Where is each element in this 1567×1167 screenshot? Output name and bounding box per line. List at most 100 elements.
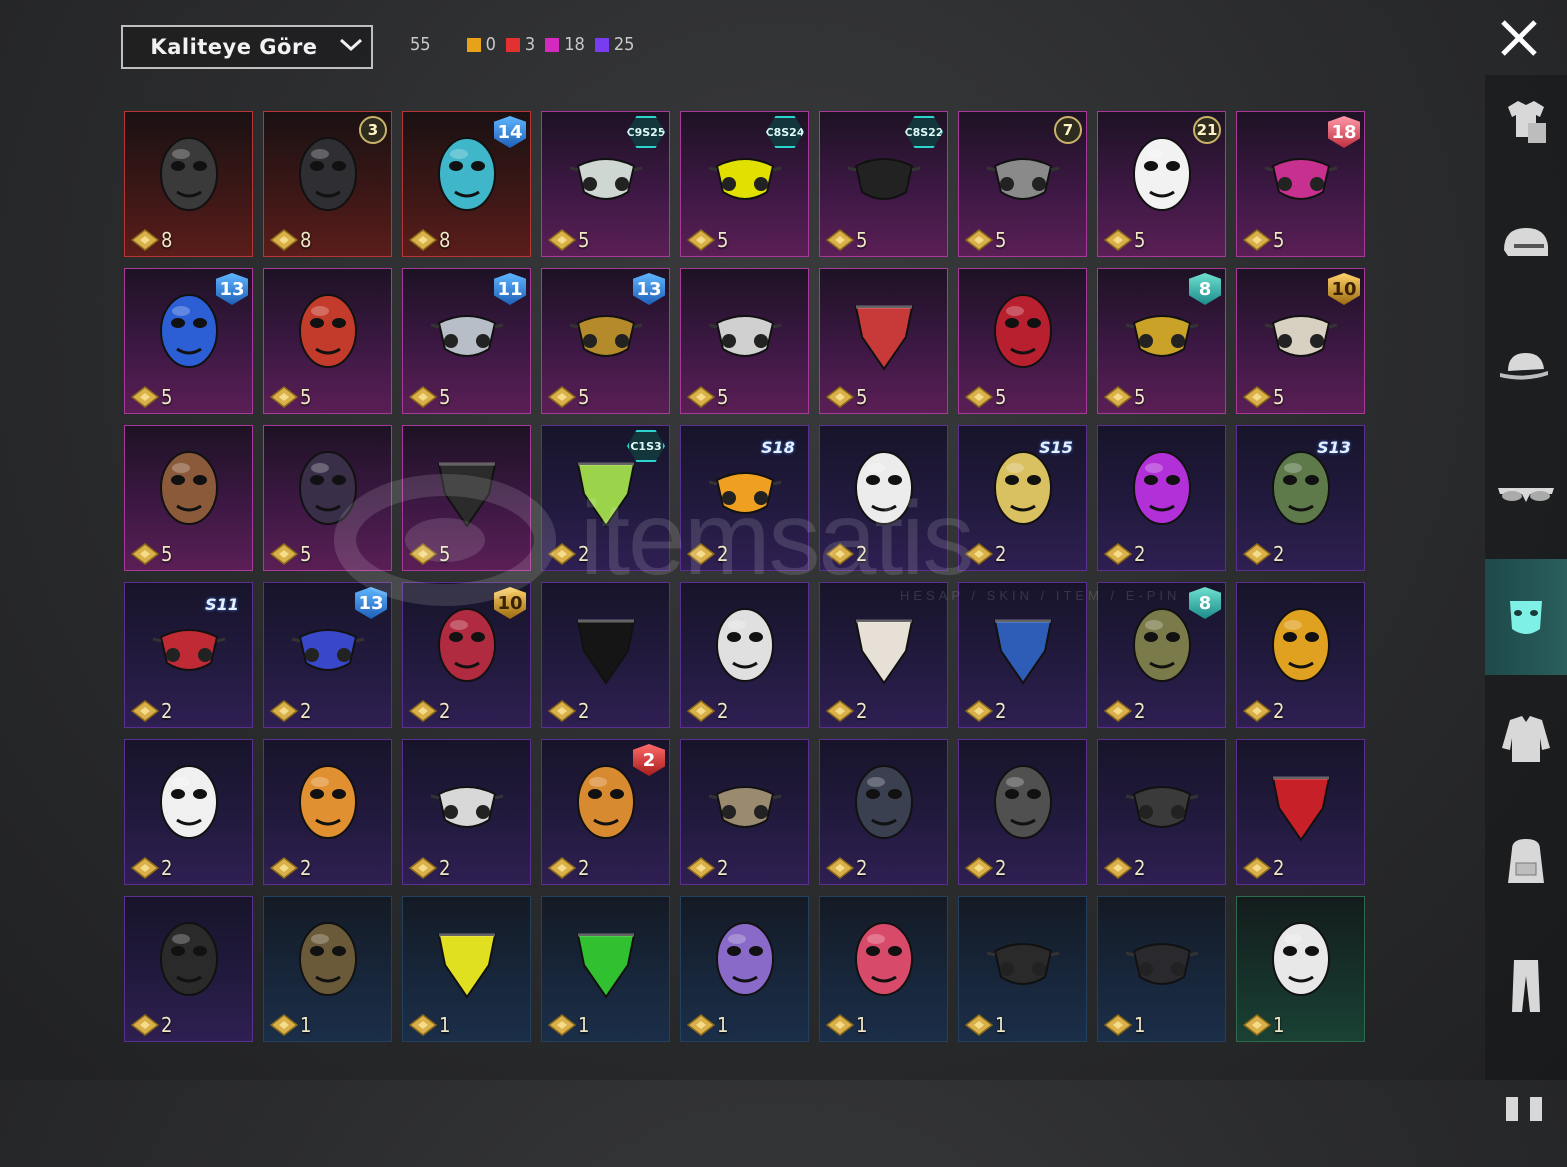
inventory-item[interactable]: 22 (541, 739, 670, 885)
inventory-item[interactable]: 18 5 (1236, 111, 1365, 257)
item-quantity: 2 (1273, 856, 1285, 880)
inventory-item[interactable]: 82 (1097, 582, 1226, 728)
item-quantity: 2 (161, 1013, 173, 1037)
inventory-item[interactable]: 2 (819, 582, 948, 728)
sidebar-item-jacket[interactable] (1485, 682, 1567, 798)
inventory-item[interactable]: 2 (1236, 739, 1365, 885)
inventory-item[interactable]: S15 2 (958, 425, 1087, 571)
inventory-item[interactable]: 2 (1097, 739, 1226, 885)
currency-icon (1243, 543, 1271, 565)
item-quantity: 5 (856, 385, 868, 409)
inventory-item[interactable]: 21 5 (1097, 111, 1226, 257)
inventory-item[interactable]: 11 5 (402, 268, 531, 414)
item-quantity: 8 (161, 228, 173, 252)
inventory-item[interactable]: 2 (958, 582, 1087, 728)
item-quantity: 2 (995, 856, 1007, 880)
inventory-item[interactable]: 5 (819, 268, 948, 414)
inventory-item[interactable]: 5 (124, 425, 253, 571)
inventory-item[interactable]: 38 (263, 111, 392, 257)
inventory-item[interactable]: 2 (263, 739, 392, 885)
plague-beak-mask-icon (160, 451, 218, 525)
item-quantity: 1 (856, 1013, 868, 1037)
item-quantity: 2 (161, 699, 173, 723)
currency-icon (687, 229, 715, 251)
item-quantity: 1 (1134, 1013, 1146, 1037)
sort-dropdown-label: Kaliteye Göre (150, 35, 318, 59)
inventory-item[interactable]: C8S24 5 (680, 111, 809, 257)
red-skull-mask-icon (994, 294, 1052, 368)
rarity-count-red: 3 (524, 34, 536, 55)
currency-icon (270, 1014, 298, 1036)
sidebar-item-mask[interactable] (1485, 559, 1567, 675)
rusty-gas-mask-icon (708, 786, 782, 828)
sidebar-item-cap[interactable] (1485, 313, 1567, 429)
inventory-item[interactable]: 5 (263, 268, 392, 414)
inventory-item[interactable]: 1 (958, 896, 1087, 1042)
currency-icon (1243, 229, 1271, 251)
inventory-item[interactable]: 2 (124, 739, 253, 885)
inventory-item[interactable]: 1 (1236, 896, 1365, 1042)
inventory-item[interactable]: S18 2 (680, 425, 809, 571)
inventory-item[interactable]: 2 (1236, 582, 1365, 728)
inventory-item[interactable]: 2 (819, 739, 948, 885)
inventory-item[interactable]: C9S25 5 (541, 111, 670, 257)
rarity-swatch-purple (594, 37, 609, 52)
metal-jaw-mask-icon (994, 765, 1052, 839)
inventory-item[interactable]: 14 8 (402, 111, 531, 257)
currency-icon (409, 1014, 437, 1036)
inventory-item[interactable]: C8S22 5 (819, 111, 948, 257)
inventory-item[interactable]: 5 (680, 268, 809, 414)
iron-muzzle-mask-icon (1125, 786, 1199, 828)
close-icon[interactable] (1495, 14, 1543, 62)
inventory-item[interactable]: 1 (263, 896, 392, 1042)
sort-dropdown[interactable]: Kaliteye Göre (121, 25, 373, 69)
item-quantity: 2 (1273, 699, 1285, 723)
inventory-item[interactable]: 2 (680, 582, 809, 728)
inventory-item[interactable]: 8 (124, 111, 253, 257)
inventory-item[interactable]: 2 (402, 739, 531, 885)
inventory-item[interactable]: 2 (1097, 425, 1226, 571)
inventory-item[interactable]: 1 (402, 896, 531, 1042)
inventory-grid: 8 38 14 8 C9S25 5 C8S24 5 C8S22 5 75 21 … (124, 111, 1365, 1042)
inventory-item[interactable]: S11 2 (124, 582, 253, 728)
inventory-item[interactable]: 2 (541, 582, 670, 728)
sidebar-item-shoes[interactable] (1485, 1051, 1567, 1167)
sidebar-item-pants[interactable] (1485, 928, 1567, 1044)
sidebar-item-backpack[interactable] (1485, 805, 1567, 921)
item-quantity: 2 (578, 856, 590, 880)
inventory-item[interactable]: 2 (819, 425, 948, 571)
sidebar-item-outfit[interactable] (1485, 67, 1567, 183)
inventory-item[interactable]: 75 (958, 111, 1087, 257)
inventory-item[interactable]: 13 5 (124, 268, 253, 414)
item-quantity: 5 (1273, 228, 1285, 252)
inventory-item[interactable]: 10 5 (1236, 268, 1365, 414)
currency-icon (965, 543, 993, 565)
item-quantity: 2 (856, 699, 868, 723)
item-quantity: 2 (995, 542, 1007, 566)
inventory-item[interactable]: 13 5 (541, 268, 670, 414)
inventory-item[interactable]: S13 2 (1236, 425, 1365, 571)
inventory-item[interactable]: C1S3 2 (541, 425, 670, 571)
inventory-item[interactable]: 2 (124, 896, 253, 1042)
black-balaclava-icon (576, 619, 636, 685)
sidebar-item-helmet[interactable] (1485, 190, 1567, 306)
inventory-item[interactable]: 13 2 (263, 582, 392, 728)
inventory-item[interactable]: 2 (680, 739, 809, 885)
inventory-item[interactable]: 10 2 (402, 582, 531, 728)
inventory-item[interactable]: 1 (819, 896, 948, 1042)
inventory-item[interactable]: 1 (680, 896, 809, 1042)
inventory-item[interactable]: 5 (402, 425, 531, 571)
inventory-item[interactable]: 1 (541, 896, 670, 1042)
currency-icon (270, 543, 298, 565)
inventory-item[interactable]: 2 (958, 739, 1087, 885)
inventory-item[interactable]: 85 (1097, 268, 1226, 414)
item-quantity: 5 (995, 228, 1007, 252)
item-quantity: 8 (300, 228, 312, 252)
spiderweb-bandana-icon (576, 933, 636, 999)
sidebar-item-glasses[interactable] (1485, 436, 1567, 552)
inventory-item[interactable]: 5 (263, 425, 392, 571)
inventory-item[interactable]: 5 (958, 268, 1087, 414)
rarity-swatch-pink (545, 37, 560, 52)
inventory-item[interactable]: 1 (1097, 896, 1226, 1042)
item-quantity: 2 (300, 699, 312, 723)
